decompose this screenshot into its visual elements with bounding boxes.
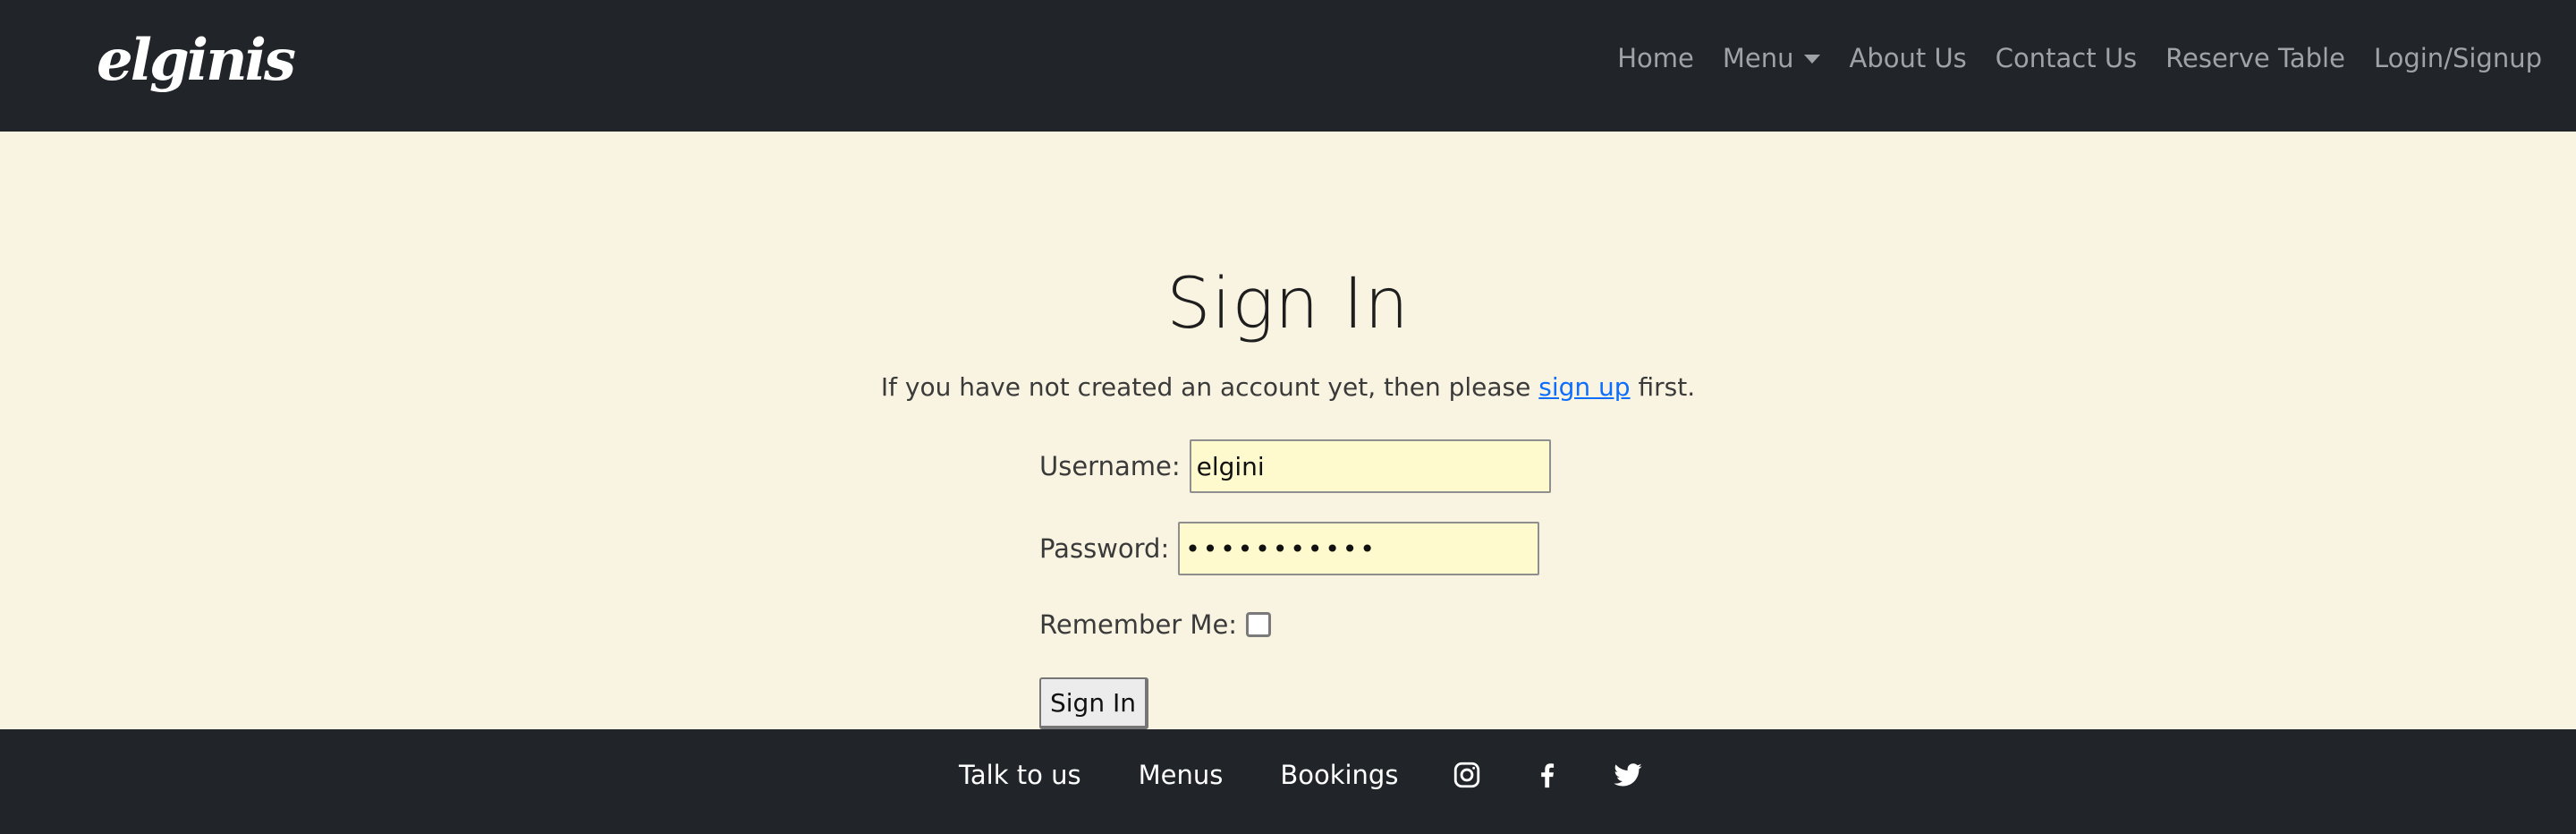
brand-logo[interactable]: elginis — [97, 27, 296, 94]
remember-row: Remember Me: — [1039, 609, 1272, 640]
social-links — [1452, 760, 1693, 790]
nav-link-about-us[interactable]: About Us — [1849, 43, 1966, 73]
nav-link-menu-dropdown[interactable]: Menu — [1723, 43, 1821, 73]
footer: Talk to us Menus Bookings — [0, 729, 2576, 834]
nav-link-contact-us[interactable]: Contact Us — [1996, 43, 2137, 73]
nav-link-login-signup[interactable]: Login/Signup — [2374, 43, 2542, 73]
caret-down-icon — [1804, 55, 1821, 64]
remember-me-label: Remember Me: — [1039, 609, 1238, 640]
signup-prompt-text: If you have not created an account yet, … — [880, 372, 1531, 402]
page-title: Sign In — [1166, 264, 1410, 345]
signup-prompt: If you have not created an account yet, … — [0, 372, 2576, 402]
nav-link-menu-label: Menu — [1722, 43, 1794, 73]
top-navbar: elginis Home Menu About Us Contact Us Re… — [0, 0, 2576, 132]
nav-link-home[interactable]: Home — [1617, 43, 1694, 73]
remember-me-checkbox[interactable] — [1246, 612, 1272, 637]
main-content: Sign In If you have not created an accou… — [0, 132, 2576, 729]
footer-link-talk-to-us[interactable]: Talk to us — [959, 760, 1081, 790]
facebook-icon[interactable] — [1532, 760, 1563, 790]
sign-up-link[interactable]: sign up — [1538, 372, 1630, 402]
password-input[interactable] — [1178, 522, 1540, 575]
instagram-icon[interactable] — [1452, 760, 1482, 790]
nav-link-reserve-table[interactable]: Reserve Table — [2165, 43, 2345, 73]
username-row: Username: — [1039, 439, 1551, 493]
twitter-icon[interactable] — [1613, 760, 1643, 790]
username-input[interactable] — [1189, 439, 1551, 493]
password-row: Password: — [1039, 522, 1540, 575]
footer-link-bookings[interactable]: Bookings — [1280, 760, 1398, 790]
password-label: Password: — [1039, 533, 1170, 564]
signup-prompt-suffix: first. — [1638, 372, 1696, 402]
username-label: Username: — [1039, 451, 1181, 481]
footer-link-menus[interactable]: Menus — [1139, 760, 1224, 790]
sign-in-button[interactable]: Sign In — [1039, 677, 1148, 729]
footer-links: Talk to us Menus Bookings — [959, 760, 1693, 790]
nav-links: Home Menu About Us Contact Us Reserve Ta… — [1589, 43, 2542, 73]
